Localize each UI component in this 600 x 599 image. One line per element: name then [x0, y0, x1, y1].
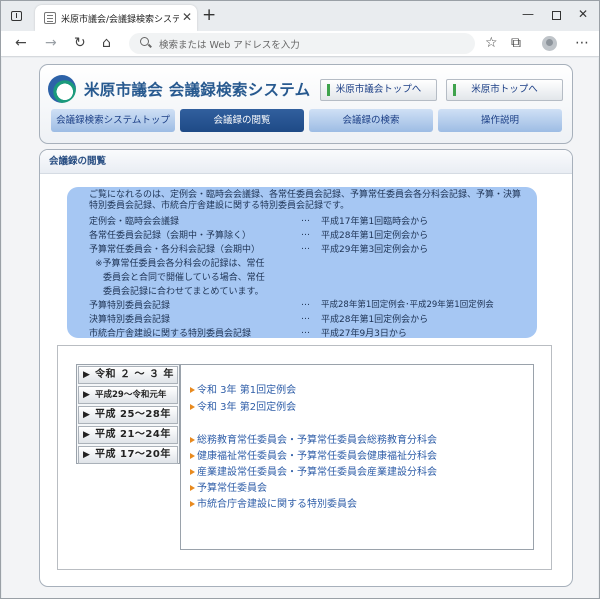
favorite-star-icon[interactable]: ☆ [485, 35, 498, 51]
site-header: 米原市議会 会議録検索システム 米原市議会トップへ 米原市トップへ 会議録検索シ… [39, 64, 573, 144]
tab-browse-minutes[interactable]: 会議録の閲覧 [180, 109, 304, 132]
year-range-label: 令和 ２ ～ ３ 年 [95, 369, 174, 380]
year-range-label: 平成 21～24年 [95, 429, 171, 440]
info-note-line: ※予算常任委員会各分科会の記録は、常任 [95, 259, 265, 269]
committee-link-label: 市統合庁舎建設に関する特別委員会 [197, 499, 357, 510]
forward-icon[interactable]: → [45, 35, 57, 51]
arrow-right-icon: ▶ [83, 430, 90, 440]
info-row-from: 平成28年第1回定例会から [321, 315, 429, 325]
tab-system-top[interactable]: 会議録検索システムトップ [51, 109, 175, 132]
year-range-button[interactable]: ▶ 平成29～令和元年 [78, 386, 178, 404]
committee-link[interactable]: 産業建設常任委員会・予算常任委員会産業建設分科会 [190, 463, 437, 478]
arrow-right-icon: ▶ [83, 450, 90, 460]
minimize-icon[interactable]: — [522, 7, 534, 21]
year-range-label: 平成29～令和元年 [95, 390, 167, 400]
year-range-label: 平成 25～28年 [95, 409, 171, 420]
info-row-sep: … [301, 228, 310, 238]
page-viewport: 米原市議会 会議録検索システム 米原市議会トップへ 米原市トップへ 会議録検索シ… [2, 58, 598, 598]
city-logo-icon [48, 75, 76, 103]
city-top-link[interactable]: 米原市トップへ [446, 79, 563, 101]
bullet-icon [190, 485, 195, 491]
session-link[interactable]: 令和 3年 第1回定例会 [190, 381, 296, 396]
year-range-label: 平成 17～20年 [95, 449, 171, 460]
info-row-sep: … [301, 326, 310, 336]
tab-actions-icon[interactable] [11, 11, 22, 21]
bullet-icon [190, 469, 195, 475]
year-range-button[interactable]: ▶ 平成 25～28年 [78, 406, 178, 424]
collections-icon[interactable]: ⧉ [511, 35, 521, 51]
site-title: 米原市議会 会議録検索システム [84, 81, 311, 99]
committee-link[interactable]: 健康福祉常任委員会・予算常任委員会健康福祉分科会 [190, 447, 437, 462]
info-row-from: 平成17年第1回臨時会から [321, 217, 429, 227]
search-icon [140, 37, 149, 46]
arrow-right-icon: ▶ [83, 370, 90, 380]
year-range-button[interactable]: ▶ 平成 21～24年 [78, 426, 178, 444]
bullet-icon [190, 453, 195, 459]
browser-toolbar: ← → ↻ ⌂ 検索または Web アドレスを入力 ☆ ⧉ ⋯ [1, 31, 599, 57]
arrow-right-icon: ▶ [83, 390, 90, 400]
bullet-icon [190, 404, 195, 410]
browser-window: 米原市議会/会議録検索システム ✕ + — ✕ ← → ↻ ⌂ 検索または We… [0, 0, 600, 599]
council-top-link[interactable]: 米原市議会トップへ [320, 79, 437, 101]
maximize-icon[interactable] [552, 11, 561, 20]
address-bar[interactable]: 検索または Web アドレスを入力 [129, 33, 475, 54]
committee-link[interactable]: 市統合庁舎建設に関する特別委員会 [190, 495, 357, 510]
info-row-sep: … [301, 298, 310, 308]
info-note-line: 委員会記録に合わせてまとめています。 [103, 287, 264, 297]
info-row-name: 定例会・臨時会会議録 [89, 217, 180, 227]
tab-title: 米原市議会/会議録検索システム [61, 15, 179, 25]
close-window-icon[interactable]: ✕ [578, 7, 588, 21]
info-row-sep: … [301, 242, 310, 252]
info-row-name: 予算特別委員会記録 [89, 301, 171, 311]
page-favicon-icon [44, 12, 56, 24]
bullet-icon [190, 387, 195, 393]
bullet-icon [190, 501, 195, 507]
tab-strip: 米原市議会/会議録検索システム ✕ + — ✕ [1, 1, 599, 31]
info-row-sep: … [301, 312, 310, 322]
year-range-list: ▶ 令和 ２ ～ ３ 年 ▶ 平成29～令和元年 ▶ 平成 25～28年 ▶ 平… [76, 364, 180, 464]
new-tab-icon[interactable]: + [202, 6, 216, 24]
committee-link[interactable]: 予算常任委員会 [190, 479, 267, 494]
availability-info: ご覧になれるのは、定例会・臨時会会議録、各常任委員会記録、予算常任委員会各分科会… [67, 187, 537, 339]
info-row-name: 決算特別委員会記録 [89, 315, 171, 325]
committee-link-label: 総務教育常任委員会・予算常任委員会総務教育分科会 [197, 435, 437, 446]
back-icon[interactable]: ← [15, 35, 27, 51]
address-placeholder[interactable]: 検索または Web アドレスを入力 [159, 37, 300, 51]
session-list: 令和 3年 第1回定例会 令和 3年 第2回定例会 総務教育常任委員会・予算常任… [180, 364, 534, 550]
reload-icon[interactable]: ↻ [74, 35, 86, 51]
profile-avatar[interactable] [542, 36, 557, 51]
info-row-from: 平成28年第1回定例会から [321, 231, 429, 241]
arrow-right-icon: ▶ [83, 410, 90, 420]
committee-link-label: 産業建設常任委員会・予算常任委員会産業建設分科会 [197, 467, 437, 478]
committee-link-label: 予算常任委員会 [197, 483, 267, 494]
more-menu-icon[interactable]: ⋯ [575, 35, 589, 51]
info-row-from: 平成27年9月3日から [321, 329, 407, 339]
main-panel: 会議録の閲覧 ご覧になれるのは、定例会・臨時会会議録、各常任委員会記録、予算常任… [39, 149, 573, 587]
home-icon[interactable]: ⌂ [102, 35, 111, 51]
session-link-label: 令和 3年 第2回定例会 [197, 402, 297, 413]
committee-link[interactable]: 総務教育常任委員会・予算常任委員会総務教育分科会 [190, 431, 437, 446]
info-row-sep: … [301, 214, 310, 224]
browser-tab[interactable]: 米原市議会/会議録検索システム ✕ [35, 5, 197, 31]
info-row-from: 平成28年第1回定例会･平成29年第1回定例会 [321, 300, 494, 310]
info-row-name: 各常任委員会記録（会期中・予算除く） [89, 231, 252, 241]
info-row-from: 平成29年第3回定例会から [321, 245, 429, 255]
tab-close-icon[interactable]: ✕ [182, 10, 192, 24]
info-intro: ご覧になれるのは、定例会・臨時会会議録、各常任委員会記録、予算常任委員会各分科会… [89, 190, 522, 211]
year-range-button[interactable]: ▶ 令和 ２ ～ ３ 年 [78, 366, 178, 384]
tab-instructions[interactable]: 操作説明 [438, 109, 562, 132]
bullet-icon [190, 437, 195, 443]
session-link-label: 令和 3年 第1回定例会 [197, 385, 297, 396]
committee-link-label: 健康福祉常任委員会・予算常任委員会健康福祉分科会 [197, 451, 437, 462]
year-range-button[interactable]: ▶ 平成 17～20年 [78, 446, 178, 464]
info-note-line: 委員会と合同で開催している場合、常任 [103, 273, 265, 283]
info-row-name: 予算常任委員会・各分科会記録（会期中） [89, 245, 261, 255]
section-title: 会議録の閲覧 [40, 150, 572, 174]
minutes-archive: ▶ 令和 ２ ～ ３ 年 ▶ 平成29～令和元年 ▶ 平成 25～28年 ▶ 平… [57, 345, 552, 570]
info-row-name: 市統合庁舎建設に関する特別委員会記録 [89, 329, 252, 339]
session-link[interactable]: 令和 3年 第2回定例会 [190, 398, 296, 413]
tab-search-minutes[interactable]: 会議録の検索 [309, 109, 433, 132]
